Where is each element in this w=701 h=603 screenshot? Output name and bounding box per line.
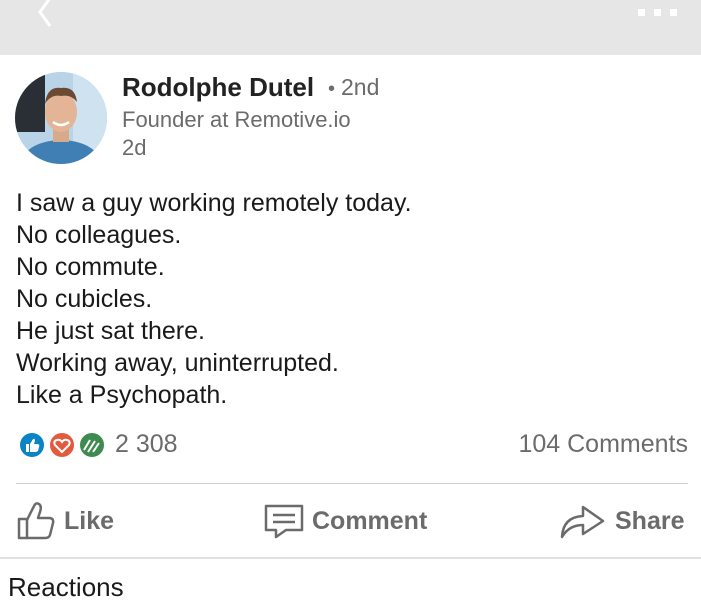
connection-degree-label: 2nd — [341, 74, 380, 100]
author-name[interactable]: Rodolphe Dutel — [122, 72, 314, 103]
like-icon — [18, 431, 46, 459]
top-bar — [0, 0, 701, 55]
author-headline: Founder at Remotive.io — [122, 107, 351, 132]
post-line: He just sat there. — [16, 317, 205, 345]
like-button[interactable]: Like — [16, 497, 114, 545]
post-line: No colleagues. — [16, 221, 182, 249]
section-divider — [0, 557, 701, 559]
comment-label: Comment — [312, 506, 428, 535]
post-timestamp: 2d — [122, 135, 147, 160]
back-button[interactable] — [30, 0, 60, 34]
insightful-icon — [78, 431, 106, 459]
avatar-photo — [15, 72, 107, 164]
share-button[interactable]: Share — [559, 497, 684, 545]
share-arrow-icon — [560, 505, 605, 539]
more-options-button[interactable] — [636, 4, 680, 18]
post-header: Rodolphe Dutel • 2nd Founder at Remotive.… — [0, 55, 701, 185]
reaction-count[interactable]: 2 308 — [115, 430, 178, 459]
post-line: Working away, uninterrupted. — [16, 349, 339, 377]
like-label: Like — [64, 506, 115, 535]
post-line: No cubicles. — [16, 285, 153, 313]
post-line: I saw a guy working remotely today. — [16, 189, 412, 217]
love-icon — [48, 431, 76, 459]
connection-degree: • 2nd — [328, 74, 380, 100]
post-body: I saw a guy working remotely today. No c… — [16, 187, 686, 411]
post-line: No commute. — [16, 253, 165, 281]
share-label: Share — [615, 506, 685, 535]
comments-count[interactable]: 104 Comments — [518, 430, 688, 459]
reactions-section-heading: Reactions — [8, 572, 124, 602]
comment-button[interactable]: Comment — [264, 497, 427, 545]
avatar[interactable] — [15, 72, 107, 164]
divider — [16, 483, 688, 484]
thumbs-up-icon — [17, 502, 55, 540]
comment-icon — [264, 504, 304, 539]
reaction-icons[interactable] — [16, 430, 108, 460]
chevron-left-icon — [38, 0, 52, 27]
more-horizontal-icon — [638, 9, 677, 16]
post-line: Like a Psychopath. — [16, 381, 228, 409]
